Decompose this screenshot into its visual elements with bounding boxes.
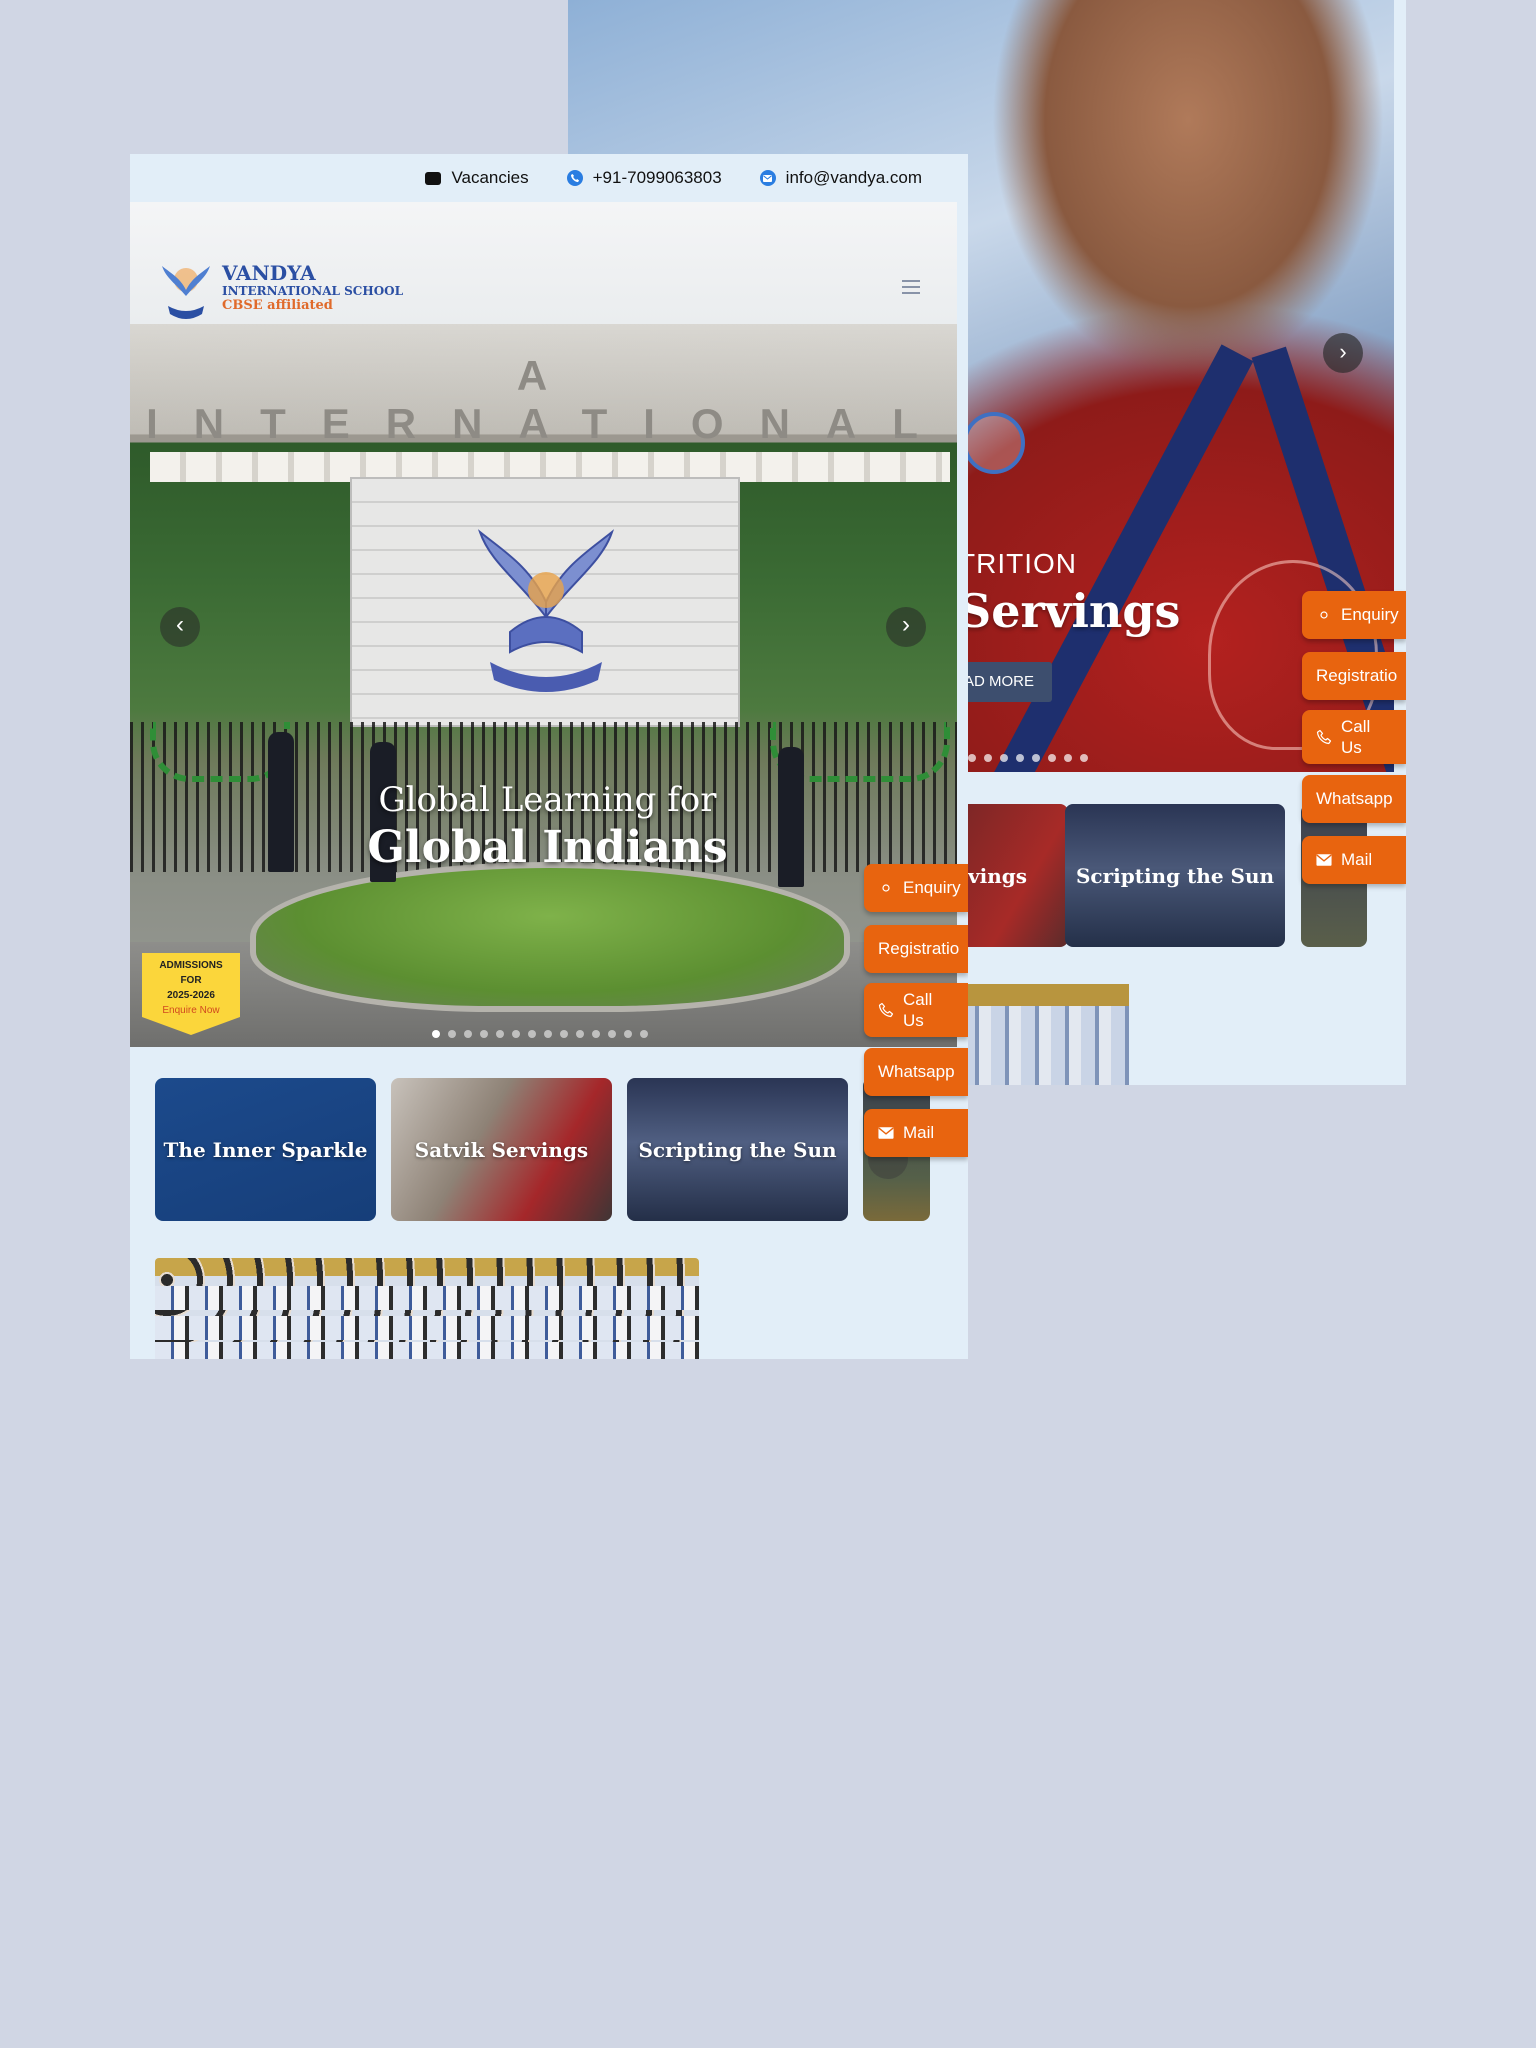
school-crest-icon — [162, 266, 210, 319]
mail-label: Mail — [903, 1123, 935, 1142]
back-hero-subtitle: TRITION — [958, 548, 1077, 579]
circle-icon — [1316, 607, 1332, 623]
slider-dot[interactable] — [1032, 754, 1040, 762]
slider-dot[interactable] — [608, 1030, 616, 1038]
email-link[interactable]: info@vandya.com — [759, 168, 922, 188]
slider-dot[interactable] — [432, 1030, 440, 1038]
feature-cards: The Inner Sparkle Satvik Servings Script… — [155, 1078, 961, 1221]
slider-dot[interactable] — [448, 1030, 456, 1038]
phone-number: +91-7099063803 — [592, 168, 722, 187]
slider-dot[interactable] — [1080, 754, 1088, 762]
slider-dot[interactable] — [464, 1030, 472, 1038]
email-address: info@vandya.com — [785, 168, 922, 187]
slider-dot[interactable] — [560, 1030, 568, 1038]
school-crest-icon — [963, 412, 1025, 474]
enquiry-label: Enquiry — [1341, 605, 1399, 624]
registration-label: Registratio — [1316, 666, 1398, 685]
whatsapp-label: Whatsapp — [1316, 789, 1393, 808]
hero-title-line1: Global Learning for — [378, 780, 717, 820]
circle-icon — [878, 880, 894, 896]
slider-dot[interactable] — [1016, 754, 1024, 762]
admissions-line3: 2025-2026 — [167, 990, 215, 1001]
enquire-now-link[interactable]: Enquire Now — [142, 1003, 240, 1018]
back-photo-strip — [961, 984, 1129, 1085]
logo-subtitle: INTERNATIONAL SCHOOL — [222, 284, 404, 298]
slider-dot[interactable] — [480, 1030, 488, 1038]
students-row — [155, 1286, 699, 1310]
slider-dot[interactable] — [624, 1030, 632, 1038]
briefcase-icon — [425, 171, 442, 185]
phone-outline-icon — [878, 1002, 894, 1018]
card-scripting-the-sun[interactable]: Scripting the Sun — [627, 1078, 848, 1221]
logo-name: VANDYA — [222, 261, 316, 285]
slider-dot[interactable] — [968, 754, 976, 762]
students-row — [155, 1342, 699, 1359]
call-us-label: Call Us — [903, 990, 933, 1030]
logo-affiliation: CBSE affiliated — [222, 298, 333, 313]
back-slider-dots — [968, 754, 1088, 762]
slider-dot[interactable] — [512, 1030, 520, 1038]
phone-link[interactable]: +91-7099063803 — [566, 168, 722, 188]
enquiry-label: Enquiry — [903, 878, 961, 897]
registration-button[interactable]: Registratio — [864, 925, 968, 973]
mail-icon — [1316, 852, 1332, 868]
logo-text: VANDYA INTERNATIONAL SCHOOL CBSE affilia… — [222, 254, 403, 314]
call-us-label: Call Us — [1341, 717, 1371, 757]
students-row — [155, 1316, 699, 1340]
email-icon — [759, 170, 776, 186]
chevron-left-icon[interactable]: ‹ — [160, 607, 200, 647]
vacancies-link[interactable]: Vacancies — [425, 168, 529, 188]
hamburger-menu-icon[interactable] — [902, 280, 920, 294]
top-contact-bar: Vacancies +91-7099063803 info@vandya.com — [130, 154, 968, 202]
mail-button[interactable]: Mail — [864, 1109, 968, 1157]
vacancies-label: Vacancies — [451, 168, 529, 187]
lawn-island — [250, 862, 850, 1012]
school-emblem-icon — [477, 529, 615, 692]
slider-dot[interactable] — [528, 1030, 536, 1038]
call-us-button[interactable]: Call Us — [1302, 710, 1406, 764]
hero-slider: A INTERNATIONAL S Global Learning for Gl… — [130, 202, 957, 1047]
phone-icon — [566, 170, 583, 186]
whatsapp-button[interactable]: Whatsapp — [1302, 775, 1406, 823]
mail-icon — [878, 1125, 894, 1141]
whatsapp-button[interactable]: Whatsapp — [864, 1048, 968, 1096]
registration-label: Registratio — [878, 939, 960, 958]
students-photo — [155, 1258, 699, 1359]
back-card-satvik[interactable]: vings — [958, 804, 1068, 947]
back-card-scripting[interactable]: Scripting the Sun — [1065, 804, 1285, 947]
slider-dot[interactable] — [1048, 754, 1056, 762]
foreground-screenshot: Vacancies +91-7099063803 info@vandya.com… — [130, 154, 968, 1359]
slider-dot[interactable] — [1064, 754, 1072, 762]
admissions-line1: ADMISSIONS — [159, 960, 223, 971]
admissions-line2: FOR — [180, 975, 202, 986]
slider-dot[interactable] — [640, 1030, 648, 1038]
slider-dot[interactable] — [496, 1030, 504, 1038]
hero-title-line2: Global Indians — [367, 822, 728, 873]
chevron-right-icon[interactable]: › — [886, 607, 926, 647]
chevron-right-icon[interactable]: › — [1323, 333, 1363, 373]
slider-dot[interactable] — [544, 1030, 552, 1038]
phone-outline-icon — [1316, 729, 1332, 745]
slider-dots — [432, 1030, 648, 1038]
enquiry-button[interactable]: Enquiry — [1302, 591, 1406, 639]
card-inner-sparkle[interactable]: The Inner Sparkle — [155, 1078, 376, 1221]
back-hero-title: Servings — [958, 584, 1181, 638]
school-logo[interactable]: VANDYA INTERNATIONAL SCHOOL CBSE affilia… — [158, 254, 403, 326]
slider-dot[interactable] — [576, 1030, 584, 1038]
call-us-button[interactable]: Call Us — [864, 983, 968, 1037]
registration-button[interactable]: Registratio — [1302, 652, 1406, 700]
card-satvik-servings[interactable]: Satvik Servings — [391, 1078, 612, 1221]
slider-dot[interactable] — [984, 754, 992, 762]
slider-dot[interactable] — [592, 1030, 600, 1038]
whatsapp-label: Whatsapp — [878, 1062, 955, 1081]
mail-label: Mail — [1341, 850, 1373, 869]
slider-dot[interactable] — [1000, 754, 1008, 762]
enquiry-button[interactable]: Enquiry — [864, 864, 968, 912]
mail-button[interactable]: Mail — [1302, 836, 1406, 884]
